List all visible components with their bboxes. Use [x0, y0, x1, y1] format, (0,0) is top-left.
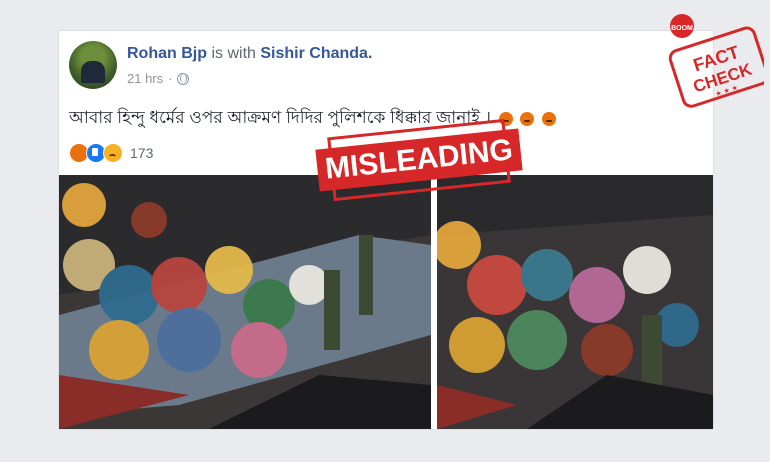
post-meta: 21 hrs ·	[127, 71, 190, 86]
boom-fact-check-logo: BOOM FACT CHECK ★ ★ ★	[668, 14, 764, 108]
logo-boom-text: BOOM	[671, 25, 693, 32]
facebook-post-card: Rohan Bjp is with Sishir Chanda. 21 hrs …	[58, 30, 714, 430]
meta-separator: ·	[168, 71, 173, 86]
sad-reaction-icon	[103, 143, 123, 163]
author-avatar[interactable]	[69, 41, 117, 89]
author-name[interactable]: Rohan Bjp	[127, 45, 207, 62]
reaction-count[interactable]: 173	[130, 145, 153, 161]
reactions-bar[interactable]: 173	[69, 143, 153, 163]
with-text: is with	[211, 45, 256, 62]
angry-emoji-icon	[520, 111, 535, 126]
post-photos	[59, 175, 713, 429]
crowd-photo-left[interactable]	[59, 175, 431, 429]
post-text-body: আবার হিন্দু ধর্মের ওপর আক্রমণ দিদির পুলি…	[69, 108, 491, 127]
crowd-photo-right[interactable]	[437, 175, 713, 429]
post-timestamp[interactable]: 21 hrs	[127, 71, 163, 86]
misleading-label: MISLEADING	[315, 128, 523, 192]
globe-icon	[177, 72, 190, 85]
post-header: Rohan Bjp is with Sishir Chanda.	[127, 45, 372, 63]
angry-emoji-icon	[542, 111, 557, 126]
tagged-user[interactable]: Sishir Chanda.	[260, 45, 372, 62]
